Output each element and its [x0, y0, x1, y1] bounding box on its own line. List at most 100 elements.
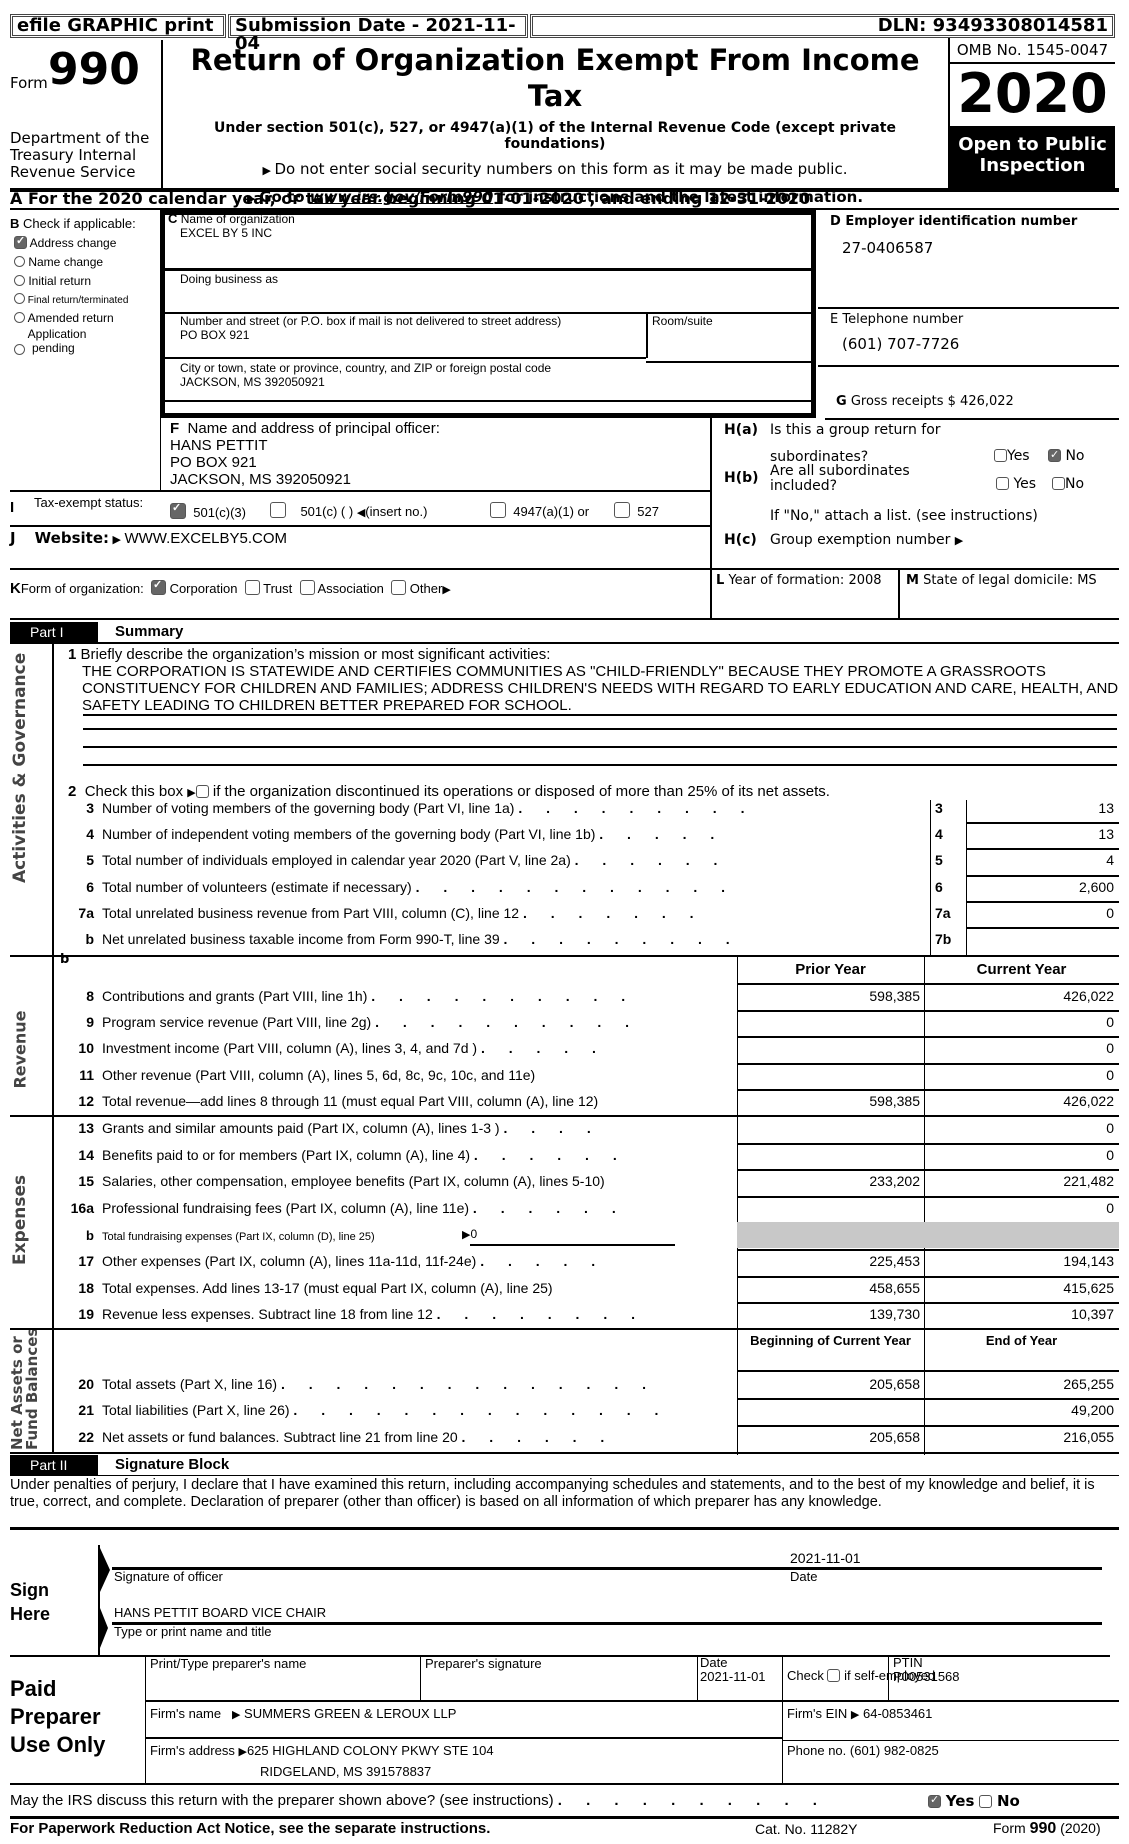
check-name-change[interactable]: Name change [14, 255, 160, 269]
checkbox-checked-icon[interactable] [928, 1793, 941, 1808]
k-corporation[interactable]: Corporation [147, 578, 238, 596]
city-label: City or town, state or province, country… [180, 361, 552, 375]
initial-return-label: Initial return [28, 274, 92, 288]
hb-yes[interactable]: Yes [996, 476, 1036, 492]
checkbox-checked-icon[interactable] [14, 234, 27, 249]
street-field: Number and street (or P.O. box if mail i… [180, 314, 561, 342]
checkbox-icon[interactable] [996, 477, 1009, 490]
divider [145, 1700, 1119, 1702]
current-year-value: 0 [1106, 1040, 1114, 1056]
checkbox-icon[interactable] [1052, 477, 1065, 490]
row-rule [966, 901, 1119, 903]
hb-no-label: No [1065, 476, 1085, 492]
website-value[interactable]: WWW.EXCELBY5.COM [124, 530, 287, 547]
city-value: JACKSON, MS 392050921 [180, 375, 325, 389]
line-text: Number of voting members of the governin… [102, 800, 515, 816]
signature-line[interactable] [112, 1567, 1102, 1570]
checkbox-icon[interactable] [244, 580, 260, 595]
check-amended-return[interactable]: Amended return [14, 311, 160, 325]
radio-icon[interactable] [14, 312, 25, 323]
ssn-notice-text: Do not enter social security numbers on … [274, 160, 848, 178]
check-address-change[interactable]: Address change [14, 234, 160, 250]
website: J Website: ▶ WWW.EXCELBY5.COM [10, 529, 287, 547]
discuss-yes[interactable]: Yes [928, 1792, 974, 1810]
i-letter: I [10, 499, 15, 516]
check-initial-return[interactable]: Initial return [14, 274, 160, 288]
k-trust[interactable]: Trust [241, 580, 292, 596]
line-1-text: Briefly describe the organization’s miss… [80, 646, 551, 663]
paid-preparer-heading: Paid Preparer Use Only [10, 1676, 106, 1757]
line-number: 10 [78, 1040, 94, 1056]
other-label: Other [409, 581, 443, 596]
preparer-phone: Phone no. (601) 982-0825 [787, 1743, 939, 1758]
preparer-date-label: Date [700, 1655, 728, 1670]
k-association[interactable]: Association [296, 580, 384, 596]
divider [145, 1737, 782, 1739]
hb-label: H(b) [724, 470, 759, 486]
divider [10, 1328, 1119, 1330]
divider [782, 1740, 1119, 1741]
check-final-return[interactable]: Final return/terminated [14, 293, 160, 306]
dot-leader: . . . . . [599, 826, 725, 842]
radio-icon[interactable] [14, 275, 25, 286]
checkbox-icon[interactable] [270, 502, 286, 518]
status-527[interactable]: 527 [614, 502, 659, 519]
divider [10, 1115, 1119, 1117]
status-501c3[interactable]: 501(c)(3) [170, 501, 246, 520]
line-number: 5 [86, 852, 94, 868]
corporation-label: Corporation [169, 581, 238, 596]
gross-receipts-text: Gross receipts $ 426,022 [850, 394, 1014, 409]
checkbox-icon[interactable] [490, 502, 506, 518]
row-rule [966, 848, 1119, 850]
check-application-pending[interactable]: Application pending [14, 327, 124, 355]
part1-header: Part I Summary [10, 622, 1119, 642]
end-year-value: 216,055 [1063, 1429, 1114, 1445]
discuss-text: May the IRS discuss this return with the… [10, 1792, 554, 1809]
dot-leader: . . . . . . . . . . [375, 1014, 640, 1030]
current-year-value: 221,482 [1063, 1173, 1114, 1189]
radio-icon[interactable] [14, 256, 25, 267]
divider [10, 568, 710, 570]
checkbox-icon[interactable] [979, 1795, 993, 1808]
ein-value: 27-0406587 [842, 239, 934, 257]
row-rule [737, 1036, 1119, 1038]
ssn-notice: ▶ Do not enter social security numbers o… [165, 160, 945, 178]
checkbox-checked-icon[interactable] [170, 501, 186, 519]
line-text: Total fundraising expenses (Part IX, col… [102, 1231, 375, 1243]
arrow-right-icon: ▶ [238, 1746, 247, 1758]
row-rule [737, 1249, 1119, 1251]
ha-no[interactable]: No [1048, 447, 1085, 464]
line-2-post: if the organization discontinued its ope… [212, 783, 830, 800]
status-501c[interactable]: 501(c) ( ) ◀(insert no.) [270, 502, 427, 519]
form-word: Form [10, 74, 48, 92]
current-year-value: 0 [1106, 1120, 1114, 1136]
hb-no[interactable]: No [1052, 476, 1084, 492]
line-value: 0 [1106, 905, 1114, 921]
divider [10, 1475, 1119, 1476]
radio-icon[interactable] [14, 293, 25, 304]
checkbox-icon[interactable] [994, 449, 1007, 462]
status-4947[interactable]: 4947(a)(1) or [490, 502, 589, 519]
current-year-value: 426,022 [1063, 988, 1114, 1004]
col-begin-year: Beginning of Current Year [750, 1333, 911, 1348]
ha-yes[interactable]: Yes [994, 448, 1030, 464]
checkbox-checked-icon[interactable] [1048, 447, 1061, 463]
checkbox-icon[interactable] [827, 1669, 841, 1682]
discuss-no[interactable]: No [979, 1792, 1020, 1810]
divider [782, 1700, 783, 1783]
divider [10, 1816, 1119, 1819]
checkbox-icon[interactable] [391, 580, 407, 595]
checkbox-icon[interactable] [614, 502, 630, 518]
k-other[interactable]: Other▶ [388, 580, 451, 596]
omb-block: OMB No. 1545-0047 2020 Open to Public In… [948, 38, 1115, 188]
line-row: 3 Number of voting members of the governi… [68, 800, 754, 816]
checkbox-checked-icon[interactable] [150, 578, 166, 595]
checkbox-icon[interactable] [299, 580, 315, 595]
check-label: Check [787, 1668, 824, 1683]
discuss-answer: Yes No [928, 1792, 1020, 1810]
radio-icon[interactable] [14, 344, 25, 355]
line-number: 19 [78, 1306, 94, 1322]
ptin-label: PTIN [893, 1655, 923, 1670]
discontinued-checkbox[interactable] [195, 785, 209, 798]
dot-leader: . . . . . . . . . . . . [415, 879, 736, 895]
